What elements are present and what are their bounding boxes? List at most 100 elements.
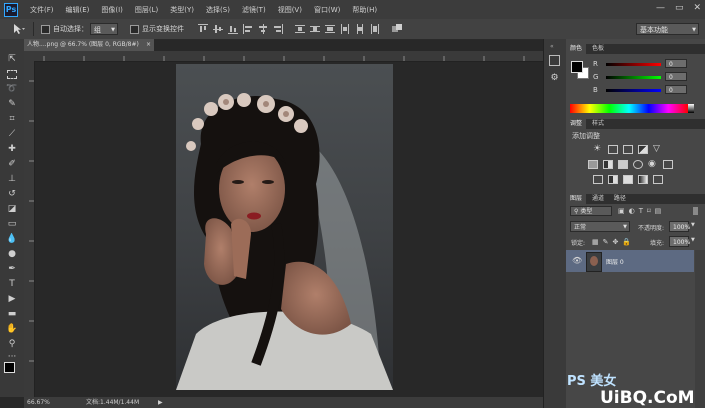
color-lookup-icon[interactable] — [663, 160, 673, 169]
tab-layers[interactable]: 图层 — [566, 194, 587, 204]
move-tool-icon[interactable]: ⇱ — [6, 53, 18, 65]
distribute-top-icon[interactable] — [295, 24, 305, 34]
dodge-tool-icon[interactable]: ● — [6, 248, 18, 260]
blur-tool-icon[interactable]: 💧 — [6, 233, 18, 245]
vibrance-icon[interactable]: ▽ — [653, 145, 663, 154]
opacity-input[interactable]: 100% — [669, 221, 690, 232]
color-balance-icon[interactable] — [603, 160, 613, 169]
minimize-button[interactable]: — — [656, 3, 665, 13]
menu-file[interactable]: 文件(F) — [30, 5, 54, 15]
auto-select-checkbox[interactable] — [41, 25, 50, 34]
foreground-color-swatch[interactable] — [4, 362, 15, 373]
r-value[interactable]: 0 — [665, 59, 687, 68]
menu-window[interactable]: 窗口(W) — [314, 5, 340, 15]
distribute-right-icon[interactable] — [370, 24, 380, 34]
selective-color-icon[interactable] — [653, 175, 663, 184]
filter-toggle[interactable] — [693, 207, 698, 215]
menu-view[interactable]: 视图(V) — [278, 5, 302, 15]
r-slider[interactable] — [606, 63, 661, 66]
lock-icons[interactable]: ▦✎✥🔒 — [592, 238, 635, 246]
eraser-tool-icon[interactable]: ◪ — [6, 203, 18, 215]
align-bottom-icon[interactable] — [228, 24, 238, 34]
chevron-down-icon[interactable]: ▼ — [691, 222, 695, 228]
brush-tool-icon[interactable]: ✐ — [6, 158, 18, 170]
type-tool-icon[interactable]: T — [6, 278, 18, 290]
menu-filter[interactable]: 滤镜(T) — [242, 5, 266, 15]
b-slider[interactable] — [606, 89, 661, 92]
menu-layer[interactable]: 图层(L) — [135, 5, 158, 15]
align-vcenter-icon[interactable] — [213, 24, 223, 34]
zoom-level[interactable]: 66.67% — [27, 397, 50, 408]
restore-button[interactable]: ▭ — [675, 3, 684, 13]
align-right-icon[interactable] — [273, 24, 283, 34]
color-spectrum[interactable] — [570, 104, 688, 113]
tab-paths[interactable]: 路径 — [610, 194, 630, 204]
g-value[interactable]: 0 — [665, 72, 687, 81]
tab-color[interactable]: 颜色 — [566, 44, 587, 54]
tab-adjustments[interactable]: 调整 — [566, 119, 587, 129]
workspace-dropdown[interactable]: 基本功能 ▼ — [636, 23, 699, 35]
blend-mode-dropdown[interactable]: 正常 ▼ — [570, 221, 630, 232]
gradient-tool-icon[interactable]: ▭ — [6, 218, 18, 230]
quick-select-tool-icon[interactable]: ✎ — [6, 98, 18, 110]
layer-filter-icons[interactable]: ▣◐T⌑▤ — [618, 207, 665, 215]
rectangle-tool-icon[interactable]: ▬ — [6, 308, 18, 320]
hand-tool-icon[interactable]: ✋ — [6, 323, 18, 335]
crop-tool-icon[interactable]: ⌗ — [6, 113, 18, 125]
channel-mixer-icon[interactable]: ◉ — [648, 160, 658, 169]
b-value[interactable]: 0 — [665, 85, 687, 94]
close-button[interactable]: ✕ — [693, 3, 701, 13]
collapse-icon[interactable]: « — [550, 43, 554, 50]
healing-brush-tool-icon[interactable]: ✚ — [6, 143, 18, 155]
marquee-tool-icon[interactable] — [6, 68, 18, 80]
show-transform-checkbox[interactable] — [130, 25, 139, 34]
align-hcenter-icon[interactable] — [258, 24, 268, 34]
menu-image[interactable]: 图像(I) — [101, 5, 123, 15]
invert-icon[interactable] — [593, 175, 603, 184]
chevron-right-icon[interactable]: ▶ — [158, 397, 163, 408]
layers-scrollbar[interactable] — [695, 250, 705, 408]
properties-panel-icon[interactable]: ⚙ — [549, 73, 560, 84]
history-panel-icon[interactable] — [549, 55, 560, 66]
levels-icon[interactable] — [608, 145, 618, 154]
g-slider[interactable] — [606, 76, 661, 79]
distribute-left-icon[interactable] — [340, 24, 350, 34]
layer-row[interactable]: 👁 图层 0 — [566, 250, 694, 272]
zoom-tool-icon[interactable]: ⚲ — [6, 338, 18, 350]
foreground-color-swatch[interactable] — [571, 61, 583, 73]
exposure-icon[interactable] — [638, 145, 648, 154]
distribute-vcenter-icon[interactable] — [310, 24, 320, 34]
tab-swatches[interactable]: 色板 — [588, 44, 608, 54]
move-tool-icon[interactable] — [12, 23, 26, 35]
distribute-hcenter-icon[interactable] — [355, 24, 365, 34]
layer-filter-dropdown[interactable]: ⚲ 类型 — [570, 206, 612, 216]
lasso-tool-icon[interactable]: ➰ — [6, 83, 18, 95]
align-left-icon[interactable] — [243, 24, 253, 34]
clone-stamp-tool-icon[interactable]: ⊥ — [6, 173, 18, 185]
menu-help[interactable]: 帮助(H) — [352, 5, 377, 15]
curves-icon[interactable] — [623, 145, 633, 154]
chevron-down-icon[interactable]: ▼ — [691, 237, 695, 243]
menu-edit[interactable]: 编辑(E) — [66, 5, 90, 15]
align-top-icon[interactable] — [198, 24, 208, 34]
tab-channels[interactable]: 通道 — [588, 194, 608, 204]
photo-filter-icon[interactable] — [633, 160, 643, 169]
threshold-icon[interactable] — [623, 175, 633, 184]
black-white-icon[interactable] — [618, 160, 628, 169]
history-brush-tool-icon[interactable]: ↺ — [6, 188, 18, 200]
layer-name[interactable]: 图层 0 — [606, 257, 624, 266]
menu-select[interactable]: 选择(S) — [206, 5, 230, 15]
brightness-contrast-icon[interactable]: ☀ — [593, 145, 603, 154]
eye-icon[interactable]: 👁 — [572, 256, 582, 265]
menu-type[interactable]: 类型(Y) — [170, 5, 194, 15]
fill-input[interactable]: 100% — [669, 236, 690, 247]
path-select-tool-icon[interactable]: ▶ — [6, 293, 18, 305]
gradient-map-icon[interactable] — [638, 175, 648, 184]
tab-styles[interactable]: 样式 — [588, 119, 608, 129]
hue-saturation-icon[interactable] — [588, 160, 598, 169]
document-tab[interactable]: 人物....png @ 66.7% (图层 0, RGB/8#) × — [24, 39, 154, 51]
posterize-icon[interactable] — [608, 175, 618, 184]
auto-align-icon[interactable] — [392, 24, 402, 34]
distribute-bottom-icon[interactable] — [325, 24, 335, 34]
grayscale-ramp[interactable] — [688, 104, 694, 113]
